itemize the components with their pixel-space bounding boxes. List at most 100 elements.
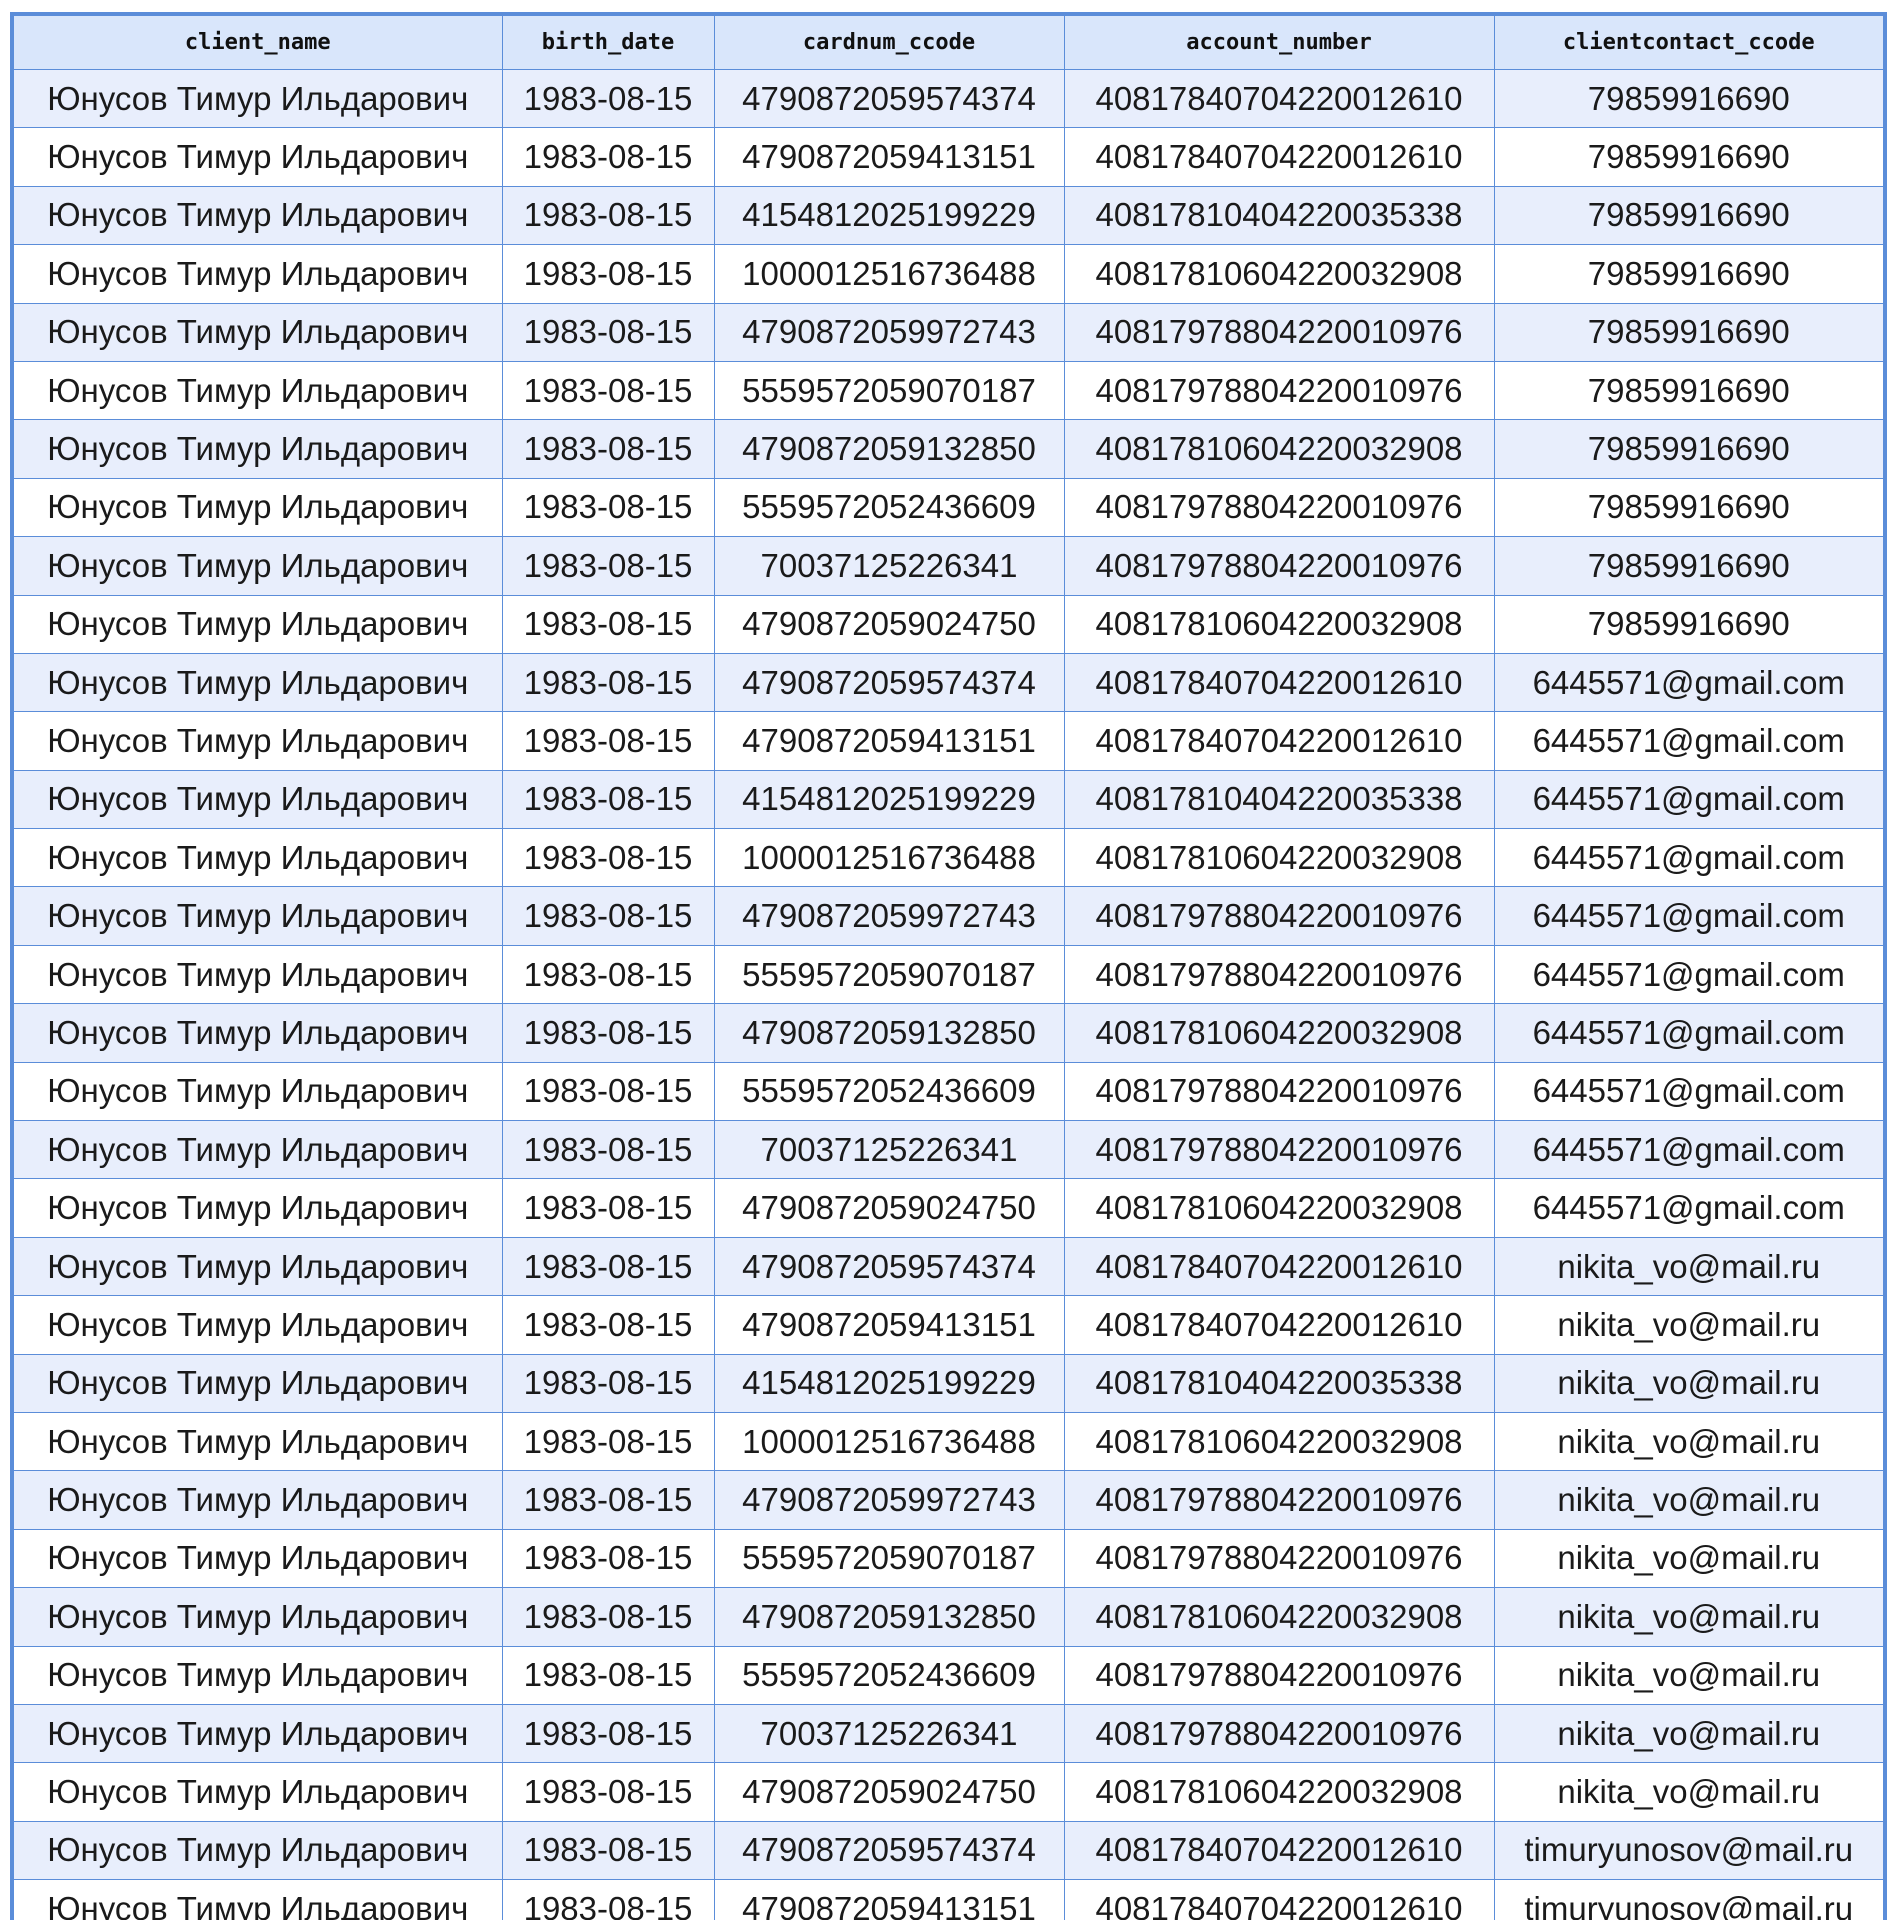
cell-account-number[interactable]: 40817810604220032908	[1063, 419, 1495, 479]
table-row[interactable]: Юнусов Тимур Ильдарович 1983-08-15 5559572…	[11, 1528, 1886, 1589]
table-row[interactable]: Юнусов Тимур Ильдарович 1983-08-15 1000012…	[11, 828, 1886, 888]
cell-clientcontact-ccode[interactable]: 6445571@gmail.com	[1493, 1120, 1886, 1180]
cell-account-number[interactable]: 40817810404220035338	[1063, 185, 1495, 246]
cell-cardnum-ccode[interactable]: 5559572052436609	[713, 1061, 1065, 1122]
cell-cardnum-ccode[interactable]: 5559572059070187	[713, 1528, 1065, 1589]
cell-account-number[interactable]: 40817978804220010976	[1063, 1528, 1495, 1589]
cell-birth-date[interactable]: 1983-08-15	[501, 1820, 715, 1881]
cell-client-name[interactable]: Юнусов Тимур Ильдарович	[11, 886, 503, 946]
cell-client-name[interactable]: Юнусов Тимур Ильдарович	[11, 1061, 503, 1122]
table-row[interactable]: Юнусов Тимур Ильдарович 1983-08-15 4790872…	[11, 1587, 1886, 1647]
cell-cardnum-ccode[interactable]: 4790872059413151	[713, 711, 1065, 771]
cell-client-name[interactable]: Юнусов Тимур Ильдарович	[11, 711, 503, 771]
cell-cardnum-ccode[interactable]: 4154812025199229	[713, 769, 1065, 830]
cell-birth-date[interactable]: 1983-08-15	[501, 68, 715, 129]
table-row[interactable]: Юнусов Тимур Ильдарович 1983-08-15 4790872…	[11, 711, 1886, 771]
cell-birth-date[interactable]: 1983-08-15	[501, 244, 715, 304]
cell-birth-date[interactable]: 1983-08-15	[501, 477, 715, 538]
cell-client-name[interactable]: Юнусов Тимур Ильдарович	[11, 1178, 503, 1238]
cell-account-number[interactable]: 40817810604220032908	[1063, 1003, 1495, 1063]
cell-cardnum-ccode[interactable]: 4790872059413151	[713, 1879, 1065, 1920]
column-header-account-number[interactable]: account_number	[1063, 13, 1495, 70]
cell-clientcontact-ccode[interactable]: 6445571@gmail.com	[1493, 1178, 1886, 1238]
cell-birth-date[interactable]: 1983-08-15	[501, 1762, 715, 1822]
cell-client-name[interactable]: Юнусов Тимур Ильдарович	[11, 652, 503, 713]
table-row[interactable]: Юнусов Тимур Ильдарович 1983-08-15 4790872…	[11, 302, 1886, 362]
column-header-clientcontact-ccode[interactable]: clientcontact_ccode	[1493, 13, 1886, 70]
cell-clientcontact-ccode[interactable]: nikita_vo@mail.ru	[1493, 1528, 1886, 1589]
cell-clientcontact-ccode[interactable]: 79859916690	[1493, 302, 1886, 362]
cell-cardnum-ccode[interactable]: 4790872059574374	[713, 1820, 1065, 1881]
cell-birth-date[interactable]: 1983-08-15	[501, 1411, 715, 1472]
cell-client-name[interactable]: Юнусов Тимур Ильдарович	[11, 1762, 503, 1822]
cell-birth-date[interactable]: 1983-08-15	[501, 1645, 715, 1705]
cell-birth-date[interactable]: 1983-08-15	[501, 886, 715, 946]
cell-clientcontact-ccode[interactable]: nikita_vo@mail.ru	[1493, 1295, 1886, 1355]
cell-client-name[interactable]: Юнусов Тимур Ильдарович	[11, 1120, 503, 1180]
cell-client-name[interactable]: Юнусов Тимур Ильдарович	[11, 1003, 503, 1063]
cell-cardnum-ccode[interactable]: 4790872059972743	[713, 1470, 1065, 1530]
table-row[interactable]: Юнусов Тимур Ильдарович 1983-08-15 4154812…	[11, 769, 1886, 830]
cell-birth-date[interactable]: 1983-08-15	[501, 711, 715, 771]
cell-cardnum-ccode[interactable]: 4790872059132850	[713, 419, 1065, 479]
cell-cardnum-ccode[interactable]: 70037125226341	[713, 1120, 1065, 1180]
cell-account-number[interactable]: 40817978804220010976	[1063, 360, 1495, 421]
cell-client-name[interactable]: Юнусов Тимур Ильдарович	[11, 1528, 503, 1589]
cell-account-number[interactable]: 40817840704220012610	[1063, 1295, 1495, 1355]
cell-account-number[interactable]: 40817978804220010976	[1063, 886, 1495, 946]
cell-cardnum-ccode[interactable]: 4790872059024750	[713, 594, 1065, 654]
cell-account-number[interactable]: 40817810604220032908	[1063, 1178, 1495, 1238]
cell-client-name[interactable]: Юнусов Тимур Ильдарович	[11, 1703, 503, 1764]
cell-clientcontact-ccode[interactable]: 6445571@gmail.com	[1493, 769, 1886, 830]
cell-client-name[interactable]: Юнусов Тимур Ильдарович	[11, 244, 503, 304]
cell-client-name[interactable]: Юнусов Тимур Ильдарович	[11, 828, 503, 888]
cell-clientcontact-ccode[interactable]: 79859916690	[1493, 244, 1886, 304]
cell-cardnum-ccode[interactable]: 1000012516736488	[713, 244, 1065, 304]
cell-clientcontact-ccode[interactable]: 6445571@gmail.com	[1493, 1003, 1886, 1063]
cell-cardnum-ccode[interactable]: 4790872059024750	[713, 1762, 1065, 1822]
cell-cardnum-ccode[interactable]: 4790872059972743	[713, 886, 1065, 946]
cell-cardnum-ccode[interactable]: 4790872059574374	[713, 1236, 1065, 1297]
table-row[interactable]: Юнусов Тимур Ильдарович 1983-08-15 7003712…	[11, 1703, 1886, 1764]
cell-birth-date[interactable]: 1983-08-15	[501, 1003, 715, 1063]
cell-birth-date[interactable]: 1983-08-15	[501, 1470, 715, 1530]
table-row[interactable]: Юнусов Тимур Ильдарович 1983-08-15 1000012…	[11, 1411, 1886, 1472]
cell-birth-date[interactable]: 1983-08-15	[501, 828, 715, 888]
cell-client-name[interactable]: Юнусов Тимур Ильдарович	[11, 477, 503, 538]
cell-cardnum-ccode[interactable]: 4790872059132850	[713, 1587, 1065, 1647]
cell-clientcontact-ccode[interactable]: 6445571@gmail.com	[1493, 1061, 1886, 1122]
table-row[interactable]: Юнусов Тимур Ильдарович 1983-08-15 4790872…	[11, 594, 1886, 654]
cell-birth-date[interactable]: 1983-08-15	[501, 185, 715, 246]
cell-client-name[interactable]: Юнусов Тимур Ильдарович	[11, 419, 503, 479]
table-row[interactable]: Юнусов Тимур Ильдарович 1983-08-15 4790872…	[11, 652, 1886, 713]
table-row[interactable]: Юнусов Тимур Ильдарович 1983-08-15 4790872…	[11, 1295, 1886, 1355]
cell-cardnum-ccode[interactable]: 5559572059070187	[713, 944, 1065, 1005]
cell-account-number[interactable]: 40817810404220035338	[1063, 769, 1495, 830]
table-row[interactable]: Юнусов Тимур Ильдарович 1983-08-15 4790872…	[11, 1470, 1886, 1530]
table-row[interactable]: Юнусов Тимур Ильдарович 1983-08-15 1000012…	[11, 244, 1886, 304]
cell-account-number[interactable]: 40817978804220010976	[1063, 1120, 1495, 1180]
cell-cardnum-ccode[interactable]: 4790872059574374	[713, 652, 1065, 713]
cell-account-number[interactable]: 40817978804220010976	[1063, 302, 1495, 362]
table-row[interactable]: Юнусов Тимур Ильдарович 1983-08-15 4790872…	[11, 1820, 1886, 1881]
cell-birth-date[interactable]: 1983-08-15	[501, 302, 715, 362]
cell-client-name[interactable]: Юнусов Тимур Ильдарович	[11, 127, 503, 187]
cell-birth-date[interactable]: 1983-08-15	[501, 1295, 715, 1355]
cell-birth-date[interactable]: 1983-08-15	[501, 1353, 715, 1413]
cell-account-number[interactable]: 40817978804220010976	[1063, 1703, 1495, 1764]
cell-clientcontact-ccode[interactable]: 6445571@gmail.com	[1493, 652, 1886, 713]
table-row[interactable]: Юнусов Тимур Ильдарович 1983-08-15 7003712…	[11, 536, 1886, 596]
table-row[interactable]: Юнусов Тимур Ильдарович 1983-08-15 5559572…	[11, 1061, 1886, 1122]
table-row[interactable]: Юнусов Тимур Ильдарович 1983-08-15 4790872…	[11, 1762, 1886, 1822]
cell-clientcontact-ccode[interactable]: nikita_vo@mail.ru	[1493, 1236, 1886, 1297]
cell-client-name[interactable]: Юнусов Тимур Ильдарович	[11, 1236, 503, 1297]
cell-birth-date[interactable]: 1983-08-15	[501, 1528, 715, 1589]
cell-birth-date[interactable]: 1983-08-15	[501, 944, 715, 1005]
cell-clientcontact-ccode[interactable]: 6445571@gmail.com	[1493, 886, 1886, 946]
cell-client-name[interactable]: Юнусов Тимур Ильдарович	[11, 360, 503, 421]
cell-clientcontact-ccode[interactable]: 79859916690	[1493, 477, 1886, 538]
cell-birth-date[interactable]: 1983-08-15	[501, 594, 715, 654]
cell-account-number[interactable]: 40817810604220032908	[1063, 1587, 1495, 1647]
cell-birth-date[interactable]: 1983-08-15	[501, 1061, 715, 1122]
cell-client-name[interactable]: Юнусов Тимур Ильдарович	[11, 769, 503, 830]
